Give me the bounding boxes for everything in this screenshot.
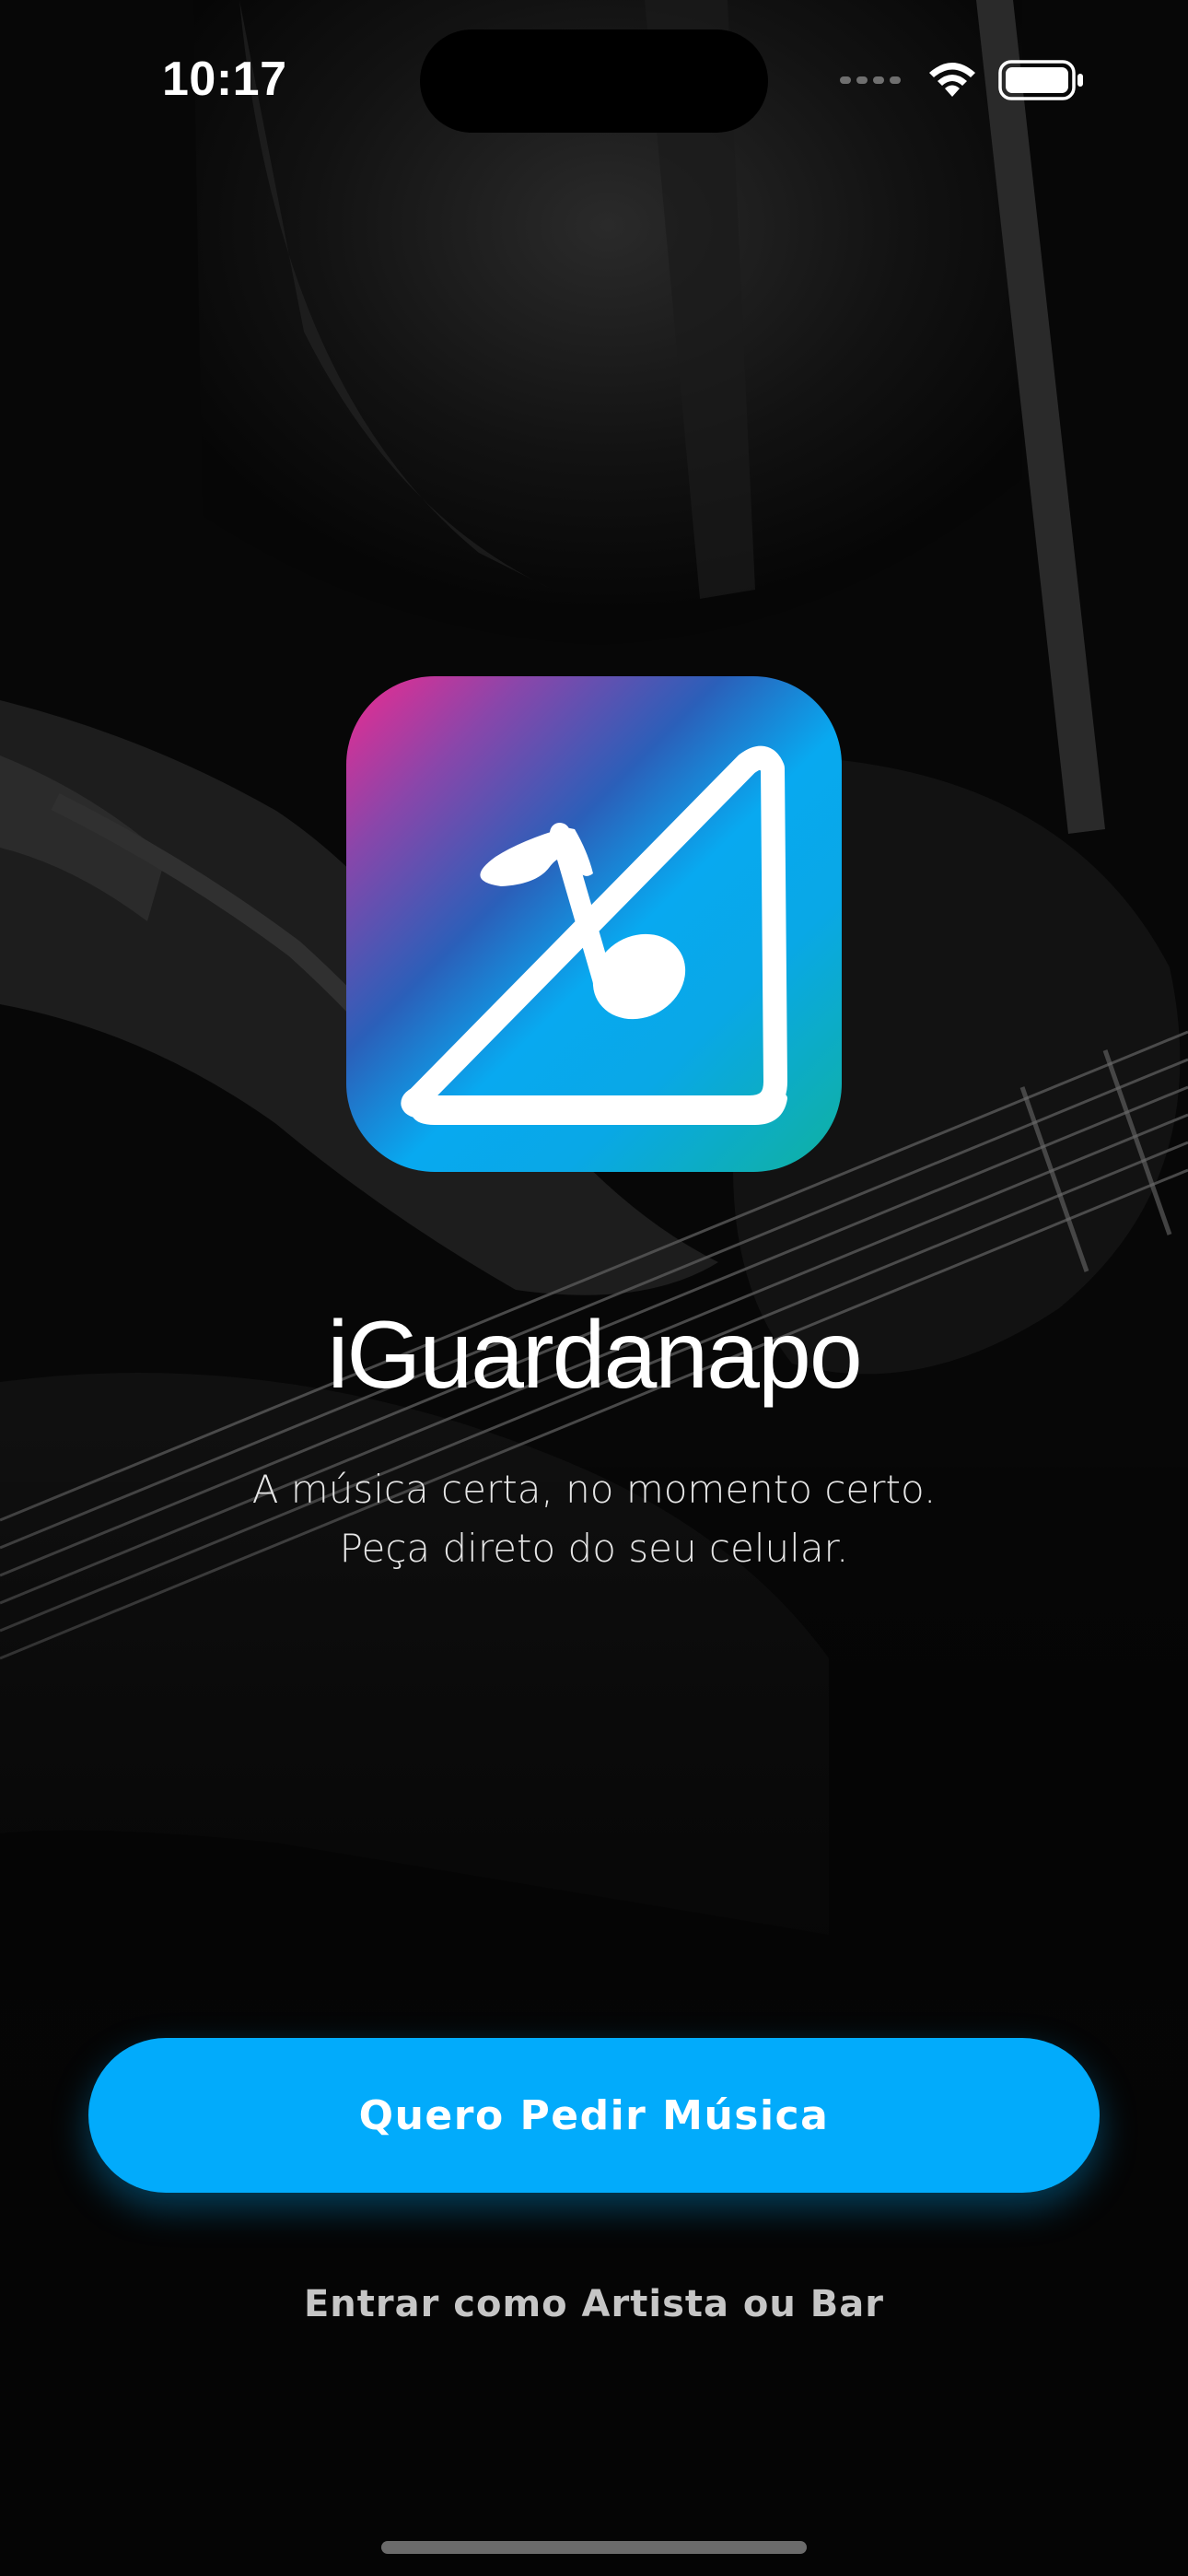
battery-icon — [998, 60, 1083, 100]
napkin-music-note-icon — [346, 676, 842, 1172]
request-music-button[interactable]: Quero Pedir Música — [88, 2038, 1100, 2193]
tagline-line-2: Peça direto do seu celular. — [339, 1526, 849, 1571]
cellular-dots-icon — [840, 76, 901, 84]
artist-or-bar-login-link[interactable]: Entrar como Artista ou Bar — [0, 2283, 1188, 2325]
status-icons — [840, 57, 1085, 103]
tagline-line-1: A música certa, no momento certo. — [251, 1467, 937, 1512]
dynamic-island — [420, 29, 768, 133]
status-time: 10:17 — [162, 53, 287, 106]
wifi-icon — [929, 63, 975, 97]
home-indicator[interactable] — [381, 2541, 807, 2554]
app-title: iGuardanapo — [327, 1302, 862, 1409]
